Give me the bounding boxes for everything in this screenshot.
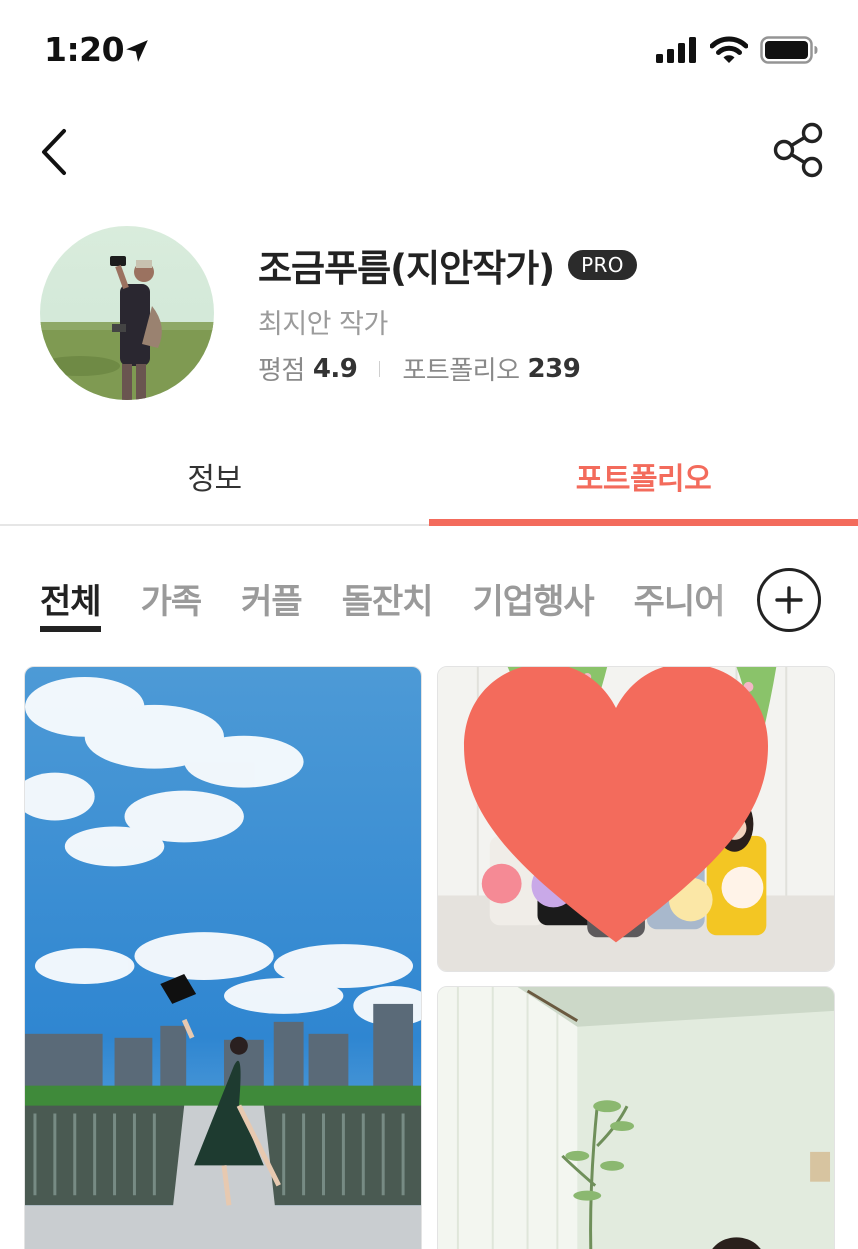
category-filter: 전체 가족 커플 돌잔치 기업행사 주니어	[0, 560, 858, 640]
heart-icon[interactable]	[437, 666, 814, 955]
location-arrow-icon	[124, 38, 150, 64]
profile-stats: 평점 4.9 포트폴리오 239	[258, 350, 581, 387]
category-corporate-event[interactable]: 기업행사	[473, 560, 595, 636]
profile-real-name: 최지안 작가	[258, 309, 388, 340]
category-all[interactable]: 전체	[40, 560, 102, 636]
wifi-icon	[709, 36, 749, 68]
back-button[interactable]	[32, 124, 76, 180]
category-first-birthday[interactable]: 돌잔치	[342, 560, 434, 636]
category-strip[interactable]: 전체 가족 커플 돌잔치 기업행사 주니어	[40, 560, 760, 640]
category-family[interactable]: 가족	[141, 560, 203, 636]
battery-icon	[760, 36, 818, 68]
avatar	[40, 226, 214, 400]
portfolio-count: 239	[527, 353, 581, 384]
chevron-left-icon	[42, 129, 66, 175]
add-category-button[interactable]	[757, 568, 821, 632]
status-time: 1:20	[44, 30, 125, 69]
studio-group-photo-image	[438, 987, 834, 1249]
status-icons	[656, 36, 818, 68]
category-couple[interactable]: 커플	[241, 560, 303, 636]
rating-value: 4.9	[312, 353, 358, 384]
stat-divider	[379, 360, 381, 377]
share-icon	[773, 122, 823, 178]
profile-tabs: 정보 포트폴리오	[0, 440, 858, 526]
portfolio-photo[interactable]	[24, 666, 422, 1249]
share-button[interactable]	[768, 118, 828, 182]
portfolio-photo[interactable]	[437, 986, 835, 1249]
tab-portfolio[interactable]: 포트폴리오	[429, 440, 858, 526]
signal-icon	[656, 37, 698, 67]
category-junior[interactable]: 주니어	[634, 560, 726, 636]
profile-name-row: 조금푸름(지안작가) PRO	[258, 238, 637, 292]
pro-badge: PRO	[568, 250, 637, 280]
graduation-photo-image	[25, 667, 421, 1249]
portfolio-label: 포트폴리오	[402, 356, 520, 386]
portfolio-photo[interactable]	[437, 666, 835, 972]
profile-name: 조금푸름(지안작가)	[258, 247, 555, 290]
category-fade	[712, 560, 760, 640]
rating-label: 평점	[258, 356, 305, 386]
status-bar: 1:20	[0, 0, 858, 100]
plus-circle-icon	[775, 586, 803, 614]
tab-info[interactable]: 정보	[0, 440, 429, 524]
